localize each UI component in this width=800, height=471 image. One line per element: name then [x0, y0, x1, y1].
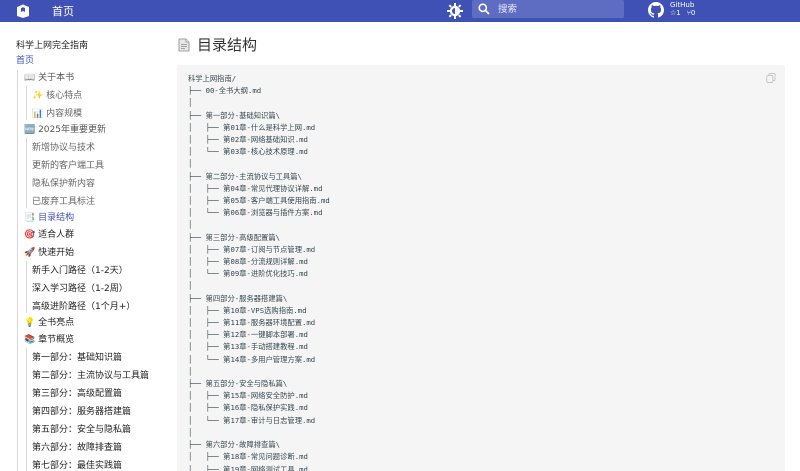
tree-line: ├── 第四部分-服务器搭建篇\	[188, 293, 288, 303]
tree-line: │ ├── 第13章-手动搭建教程.md	[188, 342, 308, 352]
sidebar-item-deprecated-tools[interactable]: 已废弃工具标注	[32, 196, 95, 208]
sidebar-item-new-protocols[interactable]: 新增协议与技术	[32, 142, 95, 154]
sidebar-item-advanced-path[interactable]: 高级进阶路径（1个月+）	[32, 301, 135, 313]
sidebar-nav: 科学上网完全指南 首页 📖 关于本书 ✨ 核心特点 📊 内容规模 🆕 2025年…	[0, 22, 165, 471]
site-title[interactable]: 首页	[52, 3, 74, 19]
sidebar-item-audience[interactable]: 🎯 适合人群	[24, 229, 74, 241]
document-icon	[178, 38, 190, 51]
sidebar-item-part-6[interactable]: 第六部分：故障排查篇	[32, 442, 122, 454]
sidebar-item-chapters[interactable]: 📚 章节概览	[24, 334, 74, 346]
repo-stars: ☆1	[670, 9, 681, 17]
sidebar-item-about[interactable]: 📖 关于本书	[24, 72, 74, 84]
repo-name: GitHub	[670, 1, 695, 9]
tree-line: ├── 第三部分-高级配置篇\	[188, 232, 281, 242]
tree-line: │ ├── 第07章-订阅与节点管理.md	[188, 244, 316, 254]
tree-line: │	[188, 159, 193, 169]
directory-tree: 科学上网指南/ ├── 00-全书大纲.md │ ├── 第一部分-基础知识篇\ │ ├…	[188, 73, 330, 471]
github-icon	[648, 2, 664, 18]
nav-guide-line	[26, 261, 27, 313]
tree-line: │ ├── 第04章-常见代理协议详解.md	[188, 183, 323, 193]
tree-line: ├── 00-全书大纲.md	[188, 86, 262, 96]
nav-guide-line	[26, 138, 27, 208]
tree-line: │	[188, 281, 193, 291]
search-input[interactable]	[498, 1, 618, 17]
tree-line: │ ├── 第01章-什么是科学上网.md	[188, 122, 316, 132]
tree-line: │ ├── 第11章-服务器环境配置.md	[188, 318, 316, 328]
sidebar-item-part-2[interactable]: 第二部分：主流协议与工具篇	[32, 370, 149, 382]
sidebar-item-part-1[interactable]: 第一部分：基础知识篇	[32, 352, 122, 364]
search-box[interactable]	[472, 0, 624, 18]
tree-line: 科学上网指南/	[188, 74, 237, 83]
top-header: 首页 GitHub ☆1 ⑂0	[0, 0, 800, 22]
sidebar-item-toc[interactable]: 📑 目录结构	[24, 212, 74, 224]
sidebar-title: 科学上网完全指南	[16, 41, 89, 51]
page-title: 目录结构	[177, 34, 257, 55]
tree-line: │	[188, 427, 193, 437]
tree-line: │ └── 第14章-多用户管理方案.md	[188, 354, 316, 364]
sidebar-item-part-7[interactable]: 第七部分：最佳实践篇	[32, 460, 122, 471]
repo-stats: ☆1 ⑂0	[670, 9, 695, 17]
tree-line: │ ├── 第15章-网络安全防护.md	[188, 391, 308, 401]
sidebar-item-privacy-new[interactable]: 隐私保护新内容	[32, 178, 95, 190]
sidebar-item-highlights[interactable]: 💡 全书亮点	[24, 317, 74, 329]
tree-line: │ ├── 第02章-网络基础知识.md	[188, 135, 308, 145]
tree-line: │ ├── 第16章-隐私保护实践.md	[188, 403, 308, 413]
sidebar-item-part-3[interactable]: 第三部分：高级配置篇	[32, 388, 122, 400]
sidebar-item-deep-path[interactable]: 深入学习路径（1-2周）	[32, 283, 128, 295]
page-title-text: 目录结构	[197, 36, 258, 54]
tree-line: ├── 第五部分-安全与隐私篇\	[188, 379, 288, 389]
tree-line: │ ├── 第18章-常见问题诊断.md	[188, 452, 308, 462]
tree-line: ├── 第一部分-基础知识篇\	[188, 110, 281, 120]
tree-line: │ ├── 第08章-分流规则详解.md	[188, 257, 308, 267]
tree-line: │ ├── 第05章-客户端工具使用指南.md	[188, 196, 330, 206]
book-logo-icon[interactable]	[16, 4, 30, 18]
sidebar-item-updates-2025[interactable]: 🆕 2025年重要更新	[24, 124, 106, 136]
tree-line: │	[188, 366, 193, 376]
tree-line: │ ├── 第12章-一键脚本部署.md	[188, 330, 308, 340]
tree-line: │ └── 第06章-浏览器与插件方案.md	[188, 208, 323, 218]
nav-guide-line	[26, 86, 27, 120]
sidebar-item-home[interactable]: 首页	[16, 55, 34, 67]
sidebar-item-updated-clients[interactable]: 更新的客户端工具	[32, 160, 104, 172]
theme-toggle-icon[interactable]	[447, 3, 463, 19]
main-content: 目录结构 科学上网指南/ ├── 00-全书大纲.md │ ├── 第一部分-基础知识…	[165, 22, 800, 471]
search-icon	[478, 3, 490, 15]
tree-line: │ └── 第03章-核心技术原理.md	[188, 147, 308, 157]
sidebar-item-beginner-path[interactable]: 新手入门路径（1-2天）	[32, 265, 128, 277]
tree-line: │ ├── 第19章-网络测试工具.md	[188, 464, 308, 471]
sidebar-item-scale[interactable]: 📊 内容规模	[32, 108, 82, 120]
tree-line: │	[188, 220, 193, 230]
nav-guide-line	[26, 348, 27, 471]
tree-line: │ └── 第17章-审计与日志管理.md	[188, 415, 316, 425]
repo-info: GitHub ☆1 ⑂0	[670, 1, 695, 17]
github-repo-link[interactable]: GitHub ☆1 ⑂0	[648, 0, 695, 22]
tree-line: ├── 第二部分-主流协议与工具篇\	[188, 171, 302, 181]
copy-icon[interactable]	[766, 73, 776, 83]
sidebar-item-part-4[interactable]: 第四部分：服务器搭建篇	[32, 406, 131, 418]
tree-line: │ └── 第09章-进阶优化技巧.md	[188, 269, 308, 279]
tree-line: │ ├── 第10章-VPS选购指南.md	[188, 305, 307, 315]
nav-guide-line	[17, 70, 18, 471]
repo-forks: ⑂0	[686, 9, 696, 17]
sidebar-item-quick-start[interactable]: 🚀 快速开始	[24, 247, 74, 259]
tree-line: │	[188, 98, 193, 108]
tree-line: ├── 第六部分-故障排查篇\	[188, 440, 281, 450]
sidebar-item-features[interactable]: ✨ 核心特点	[32, 90, 82, 102]
sidebar-item-part-5[interactable]: 第五部分：安全与隐私篇	[32, 424, 131, 436]
directory-tree-code-block: 科学上网指南/ ├── 00-全书大纲.md │ ├── 第一部分-基础知识篇\ │ ├…	[177, 65, 785, 471]
